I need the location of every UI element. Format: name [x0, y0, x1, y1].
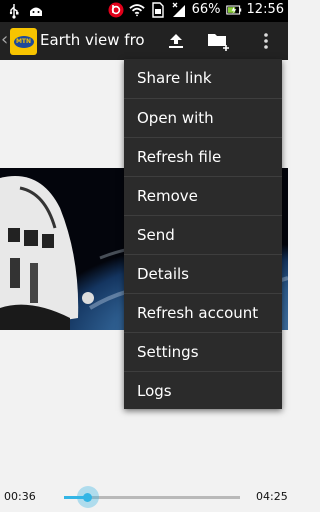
- playback-controls: 00:36 04:25: [0, 470, 288, 512]
- menu-item-send[interactable]: Send: [124, 216, 282, 255]
- menu-item-refresh-account[interactable]: Refresh account: [124, 294, 282, 333]
- wifi-icon: [128, 2, 145, 18]
- overflow-menu: Share link Open with Refresh file Remove…: [124, 59, 282, 409]
- elapsed-time: 00:36: [4, 490, 36, 503]
- menu-item-share-link[interactable]: Share link: [124, 59, 282, 98]
- battery-charging-icon: [225, 2, 242, 18]
- sim-card-icon: [150, 2, 166, 18]
- menu-item-open-with[interactable]: Open with: [124, 99, 282, 138]
- battery-percent: 66%: [191, 2, 221, 17]
- upload-icon[interactable]: [164, 30, 188, 52]
- mtn-logo-icon[interactable]: MTN: [10, 28, 37, 55]
- add-folder-icon[interactable]: [207, 30, 231, 52]
- menu-item-settings[interactable]: Settings: [124, 333, 282, 372]
- android-icon: [28, 3, 44, 19]
- menu-item-remove[interactable]: Remove: [124, 177, 282, 216]
- beats-audio-icon: [108, 2, 124, 18]
- overflow-menu-icon[interactable]: [254, 30, 278, 52]
- usb-icon: [6, 3, 22, 19]
- menu-item-refresh-file[interactable]: Refresh file: [124, 138, 282, 177]
- action-bar: ‹ MTN Earth view fro...: [0, 22, 288, 60]
- page-title: Earth view fro...: [40, 31, 145, 49]
- duration-time: 04:25: [256, 490, 288, 503]
- back-chevron-icon[interactable]: ‹: [1, 30, 8, 50]
- menu-item-logs[interactable]: Logs: [124, 372, 282, 411]
- menu-item-details[interactable]: Details: [124, 255, 282, 294]
- status-bar: 66% 12:56: [0, 0, 288, 22]
- clock: 12:56: [246, 2, 284, 17]
- signal-icon: [171, 2, 187, 18]
